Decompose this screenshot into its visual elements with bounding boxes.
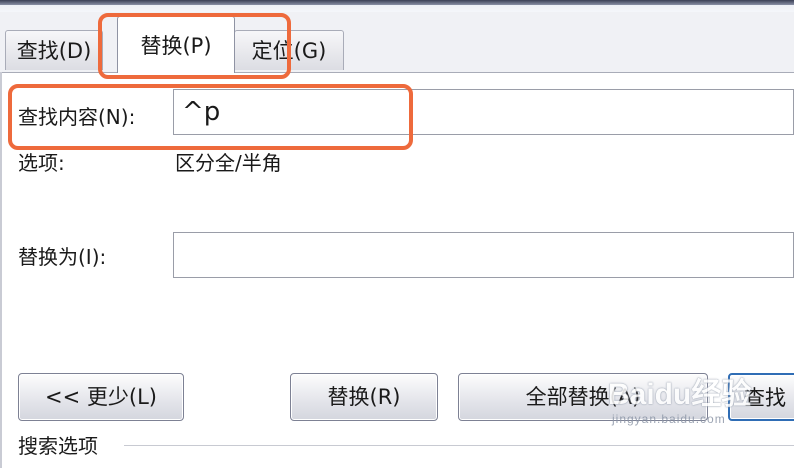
tab-replace[interactable]: 替换(P) [117, 16, 235, 73]
options-label: 选项: [18, 151, 65, 175]
baidu-watermark: Baidu经验 jingyan.baidu.com [608, 378, 751, 426]
watermark-url: jingyan.baidu.com [612, 412, 726, 426]
replace-with-input[interactable] [173, 232, 794, 278]
tab-find[interactable]: 查找(D) [5, 30, 103, 70]
options-value: 区分全/半角 [175, 151, 282, 175]
window-top-edge [0, 0, 794, 12]
replace-button[interactable]: 替换(R) [290, 373, 438, 421]
watermark-logo-text: Baidu经验 [608, 378, 752, 411]
search-options-divider [124, 445, 794, 446]
dialog-left-edge [0, 72, 2, 468]
search-options-label: 搜索选项 [18, 434, 98, 458]
less-button[interactable]: << 更少(L) [18, 373, 184, 421]
find-what-input[interactable]: ^p [173, 89, 794, 135]
replace-with-label: 替换为(I): [18, 245, 107, 269]
find-what-label: 查找内容(N): [18, 105, 136, 129]
tab-goto[interactable]: 定位(G) [234, 30, 344, 70]
